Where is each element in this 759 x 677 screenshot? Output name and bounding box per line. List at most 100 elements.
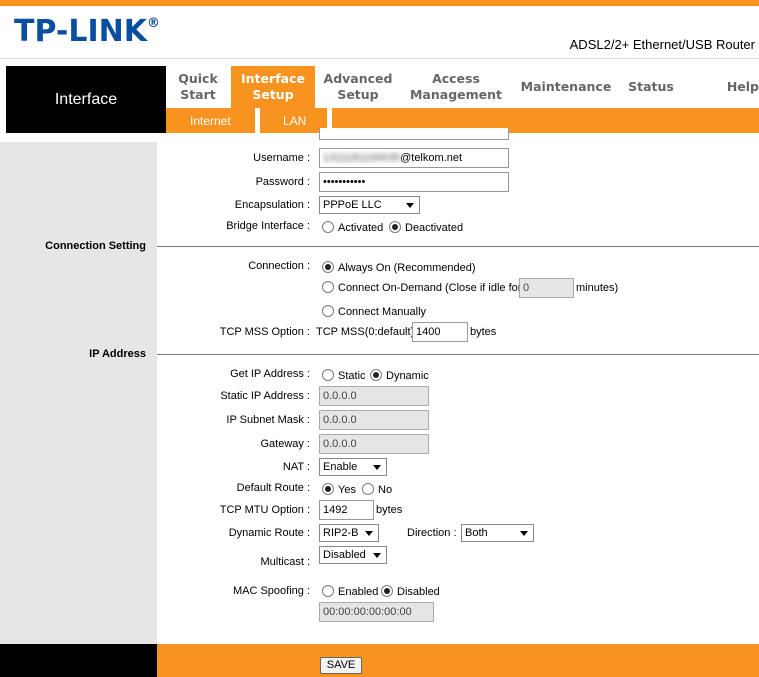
always-on-label: Always On (Recommended) [338,262,476,274]
on-demand-radio[interactable] [322,281,334,293]
ip-static-label: Static [338,370,366,382]
direction-label: Direction : [407,527,457,539]
ip-dynamic-label: Dynamic [386,370,429,382]
idle-minutes-input[interactable]: 0 [519,278,574,298]
tcp-mss-input[interactable]: 1400 [412,322,468,342]
nav-advanced-setup-line1: Advanced [323,71,393,86]
bridge-interface-label: Bridge Interface : [226,220,310,232]
minutes-label: minutes) [576,282,619,294]
logo-registered-mark: ® [147,16,161,31]
subnet-mask-input[interactable]: 0.0.0.0 [319,410,429,430]
nav-access-management-line2: Management [409,87,502,102]
password-label: Password : [255,176,310,188]
logo-text: TP-LINK [14,14,148,49]
subnav-internet[interactable]: Internet [190,114,231,128]
nav-maintenance-label: Maintenance [520,79,612,94]
nat-select[interactable]: Enable [319,458,387,476]
tcp-mss-bytes: bytes [470,326,497,338]
mac-enabled-label: Enabled [338,586,379,598]
section-divider [157,354,759,355]
tp-link-logo: TP-LINK® [14,14,160,49]
nav-interface-setup-line2: Setup [252,87,294,102]
nat-value: Enable [323,461,358,473]
default-route-no-label: No [378,484,393,496]
router-model: ADSL2/2+ Ethernet/USB Router [569,37,755,52]
bridge-deactivated-label: Deactivated [405,222,464,234]
tcp-mss-hint: TCP MSS(0:default) [316,326,415,338]
top-accent-stripe [0,0,759,6]
username-input[interactable]: 1311181100035@telkom.net [319,148,509,168]
username-redacted: 1311181100035 [323,152,401,164]
nav-access-management-line1: Access [432,71,480,86]
dynamic-route-value: RIP2-B [323,527,359,539]
mac-disabled-radio[interactable] [381,585,393,597]
section-connection-setting: Connection Setting [45,240,146,252]
static-ip-label: Static IP Address : [220,390,310,402]
bridge-activated-label: Activated [338,222,384,234]
static-ip-input[interactable]: 0.0.0.0 [319,386,429,406]
nav-interface-setup[interactable]: Interface Setup [231,66,315,108]
tcp-mss-label: TCP MSS Option : [219,326,310,338]
mac-address-input[interactable]: 00:00:00:00:00:00 [319,602,434,622]
mac-enabled-radio[interactable] [322,585,334,597]
nav-help-label: Help [726,79,759,94]
multicast-label: Multicast : [260,556,310,568]
ip-static-radio[interactable] [322,369,334,381]
always-on-radio[interactable] [322,261,334,273]
default-route-yes-radio[interactable] [322,483,334,495]
nat-label: NAT : [282,461,310,473]
header-divider [0,58,759,59]
nav-help[interactable]: Help [716,66,759,108]
dynamic-route-label: Dynamic Route : [228,527,310,539]
dynamic-route-select[interactable]: RIP2-B [319,524,379,542]
connect-manually-radio[interactable] [322,305,334,317]
chevron-down-icon [373,465,381,470]
direction-value: Both [465,527,488,539]
nav-quick-start[interactable]: Quick Start [166,66,230,108]
nav-advanced-setup[interactable]: Advanced Setup [318,66,398,108]
bridge-deactivated-radio[interactable] [389,221,401,233]
chevron-down-icon [373,553,381,558]
footer-left-block [0,644,157,677]
multicast-select[interactable]: Disabled [319,546,387,564]
section-ip-address: IP Address [89,348,146,360]
gateway-input[interactable]: 0.0.0.0 [319,434,429,454]
subnav-lan[interactable]: LAN [283,114,306,128]
bridge-activated-radio[interactable] [322,221,334,233]
nav-advanced-setup-line2: Setup [337,87,379,102]
get-ip-label: Get IP Address : [230,368,310,380]
section-divider [157,246,759,247]
nav-section-title: Interface [6,66,166,133]
connect-manually-label: Connect Manually [338,306,427,318]
on-demand-label: Connect On-Demand (Close if idle for [338,282,522,294]
mac-disabled-label: Disabled [397,586,440,598]
default-route-yes-label: Yes [338,484,356,496]
tcp-mtu-bytes: bytes [376,504,403,516]
gateway-label: Gateway : [260,438,310,450]
encapsulation-value: PPPoE LLC [323,199,382,211]
mac-spoofing-label: MAC Spoofing : [232,585,310,597]
encapsulation-label: Encapsulation : [234,199,310,211]
direction-select[interactable]: Both [461,524,534,542]
nav-maintenance[interactable]: Maintenance [518,66,614,108]
tcp-mtu-input[interactable]: 1492 [319,500,374,520]
nav-quick-start-line2: Start [180,87,216,102]
username-label: Username : [253,152,310,164]
username-domain: @telkom.net [400,152,463,164]
subnet-mask-label: IP Subnet Mask : [226,414,310,426]
nav-status[interactable]: Status [622,66,680,108]
nav-access-management[interactable]: Access Management [408,66,504,108]
password-input[interactable]: ••••••••••• [319,172,509,192]
save-button[interactable]: SAVE [320,657,362,674]
subnav-separator [255,108,260,133]
footer-bar [157,644,759,677]
tcp-mtu-label: TCP MTU Option : [219,504,310,516]
chevron-down-icon [365,531,373,536]
chevron-down-icon [520,531,528,536]
nav-quick-start-line1: Quick [178,71,218,86]
encapsulation-select[interactable]: PPPoE LLC [319,196,420,214]
vci-field-partial[interactable] [319,128,509,140]
ip-dynamic-radio[interactable] [370,369,382,381]
default-route-no-radio[interactable] [362,483,374,495]
default-route-label: Default Route : [236,482,310,494]
